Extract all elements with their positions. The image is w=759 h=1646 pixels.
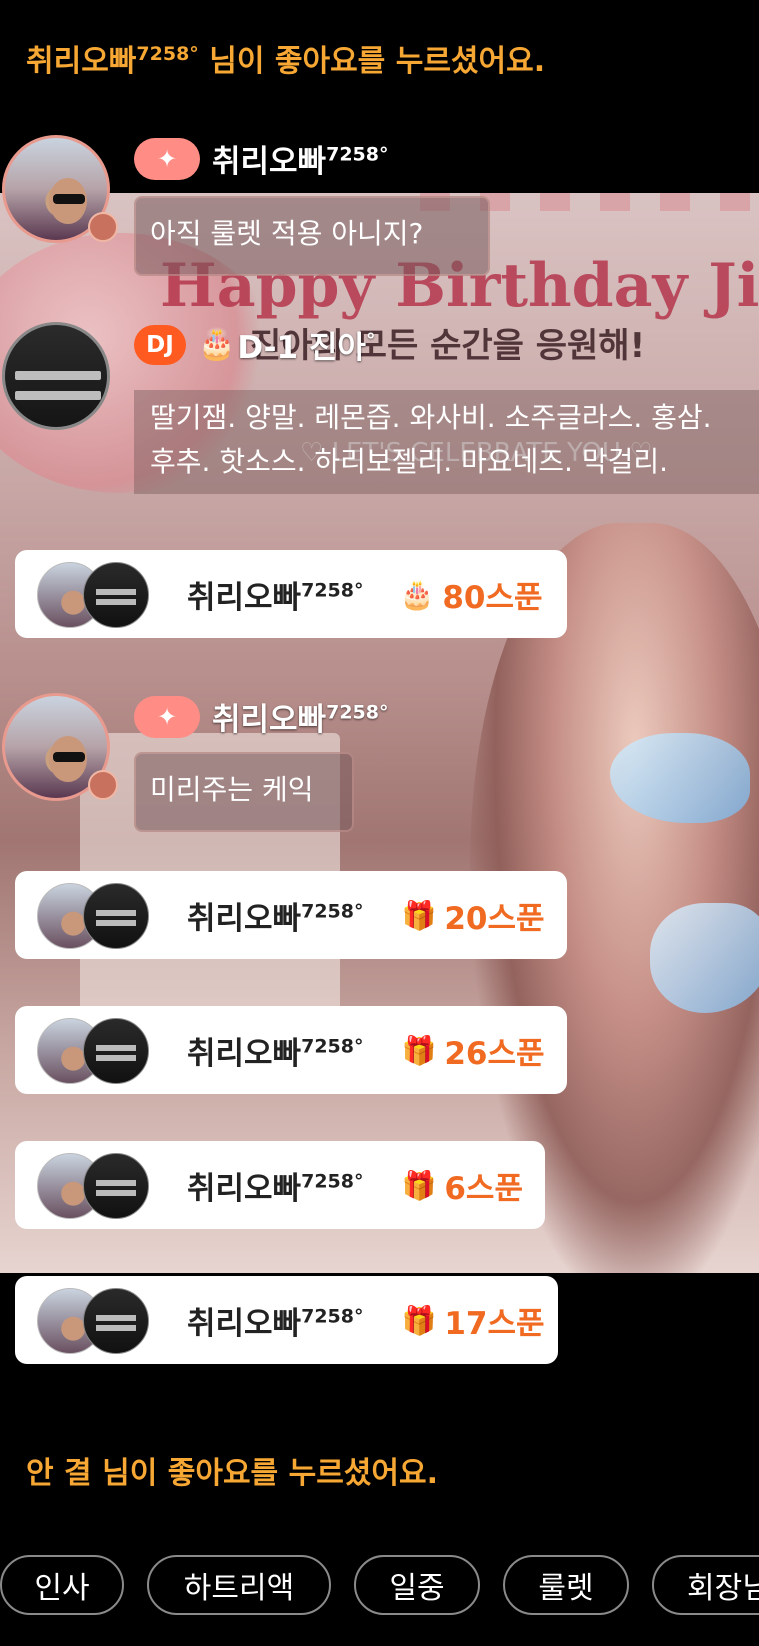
like-text: 님이 좋아요를 누르셨어요. [198, 44, 546, 79]
nick-sup: 7258° [326, 701, 389, 724]
chat-bubble: 아직 룰렛 적용 아니지? [134, 196, 490, 276]
gift-nick: 취리오빠 [187, 1170, 302, 1207]
gift-amount: 26스푼 [444, 1035, 545, 1072]
like-text: 님이 좋아요를 누르셨어요. [91, 1456, 438, 1491]
gift-nick-sup: 7258° [301, 579, 364, 602]
gift-notification: 취리오빠7258° 🎁 26스푼 [15, 1006, 567, 1094]
gift-nick: 취리오빠 [187, 900, 302, 937]
like-notification: 취리오빠7258° 님이 좋아요를 누르셨어요. [26, 36, 545, 80]
gift-sender-name: 취리오빠7258° [187, 1163, 363, 1208]
receiver-avatar [83, 883, 149, 949]
fan-sparkle-icon: ✦ [134, 137, 200, 180]
gift-notification: 취리오빠7258° 🎁 6스푼 [15, 1141, 545, 1229]
chat-nickname[interactable]: 취리오빠7258° [212, 694, 388, 739]
gift-avatars [15, 1141, 165, 1229]
like-notification: 안 결 님이 좋아요를 누르셨어요. [26, 1448, 438, 1492]
gift-sender-name: 취리오빠7258° [187, 893, 363, 938]
dj-nick-text: D-1 진아 [237, 330, 366, 366]
receiver-avatar [83, 562, 149, 628]
gift-amount: 17스푼 [444, 1305, 545, 1342]
gift-amount: 6스푼 [444, 1170, 523, 1207]
gift-avatars [15, 1276, 165, 1364]
gift-nick: 취리오빠 [187, 1305, 302, 1342]
avatar-ui-line [15, 391, 101, 400]
gift-avatars [15, 871, 165, 959]
dj-badge: DJ [134, 324, 186, 365]
avatar-glasses [53, 752, 85, 762]
dj-message-line-2: 후추. 핫소스. 하리보젤리. 마요네즈. 막걸리. [150, 445, 669, 478]
chip-iljung[interactable]: 일중 [354, 1555, 480, 1615]
chat-name-row: ✦ 취리오빠7258° [134, 694, 388, 739]
chat-bubble: 미리주는 케익 [134, 752, 354, 832]
like-user-name: 취리오빠 [26, 44, 137, 79]
gift-sender-name: 취리오빠7258° [187, 1298, 363, 1343]
fan-sparkle-icon: ✦ [134, 695, 200, 738]
chat-nickname[interactable]: 취리오빠7258° [212, 136, 388, 181]
cake-icon: 🎂 [198, 327, 236, 362]
gift-box-icon: 🎁 [401, 1168, 437, 1202]
gift-nick-sup: 7258° [301, 1305, 364, 1328]
cake-gift-icon: 🎂 [399, 577, 435, 611]
gift-nick-sup: 7258° [301, 1170, 364, 1193]
chip-greeting[interactable]: 인사 [0, 1555, 124, 1615]
dj-nickname[interactable]: D-1 진아° [237, 322, 375, 367]
gift-box-icon: 🎁 [401, 1033, 437, 1067]
dj-avatar[interactable] [2, 322, 110, 430]
chip-heart-react[interactable]: 하트리액 [147, 1555, 331, 1615]
nick-text: 취리오빠 [212, 702, 327, 738]
chat-name-row: ✦ 취리오빠7258° [134, 136, 388, 181]
gift-avatars [15, 1006, 165, 1094]
dj-message: 딸기잼. 양말. 레몬즙. 와사비. 소주글라스. 홍삼. 후추. 핫소스. 하… [134, 390, 759, 494]
receiver-avatar [83, 1153, 149, 1219]
nick-text: 취리오빠 [212, 144, 327, 180]
gift-sender-name: 취리오빠7258° [187, 1028, 363, 1073]
gift-box-icon: 🎁 [401, 1303, 437, 1337]
gift-sender-name: 취리오빠7258° [187, 572, 363, 617]
receiver-avatar [83, 1018, 149, 1084]
chip-roulette[interactable]: 룰렛 [503, 1555, 629, 1615]
gift-amount: 20스푼 [444, 900, 545, 937]
nick-sup: 7258° [326, 143, 389, 166]
heart-badge-icon [88, 770, 118, 800]
avatar-ui-line [15, 371, 101, 380]
receiver-avatar [83, 1288, 149, 1354]
gift-nick-sup: 7258° [301, 900, 364, 923]
dj-nick-sup: ° [365, 329, 376, 352]
gift-box-icon: 🎁 [401, 898, 437, 932]
gift-nick-sup: 7258° [301, 1035, 364, 1058]
gift-notification: 취리오빠7258° 🎁 20스푼 [15, 871, 567, 959]
angel-wing-decoration [650, 903, 759, 1013]
gift-avatars [15, 550, 165, 638]
chip-chairman[interactable]: 회장님 [652, 1555, 759, 1615]
like-user-name: 안 결 [26, 1456, 92, 1491]
heart-badge-icon [88, 212, 118, 242]
gift-notification: 취리오빠7258° 🎂 80스푼 [15, 550, 567, 638]
quick-chat-chips: 인사 하트리액 일중 룰렛 회장님 [0, 1555, 759, 1619]
like-user-sup: 7258° [136, 43, 199, 65]
gift-amount: 80스푼 [442, 579, 543, 616]
dj-name-row: DJ 🎂 D-1 진아° [134, 322, 375, 367]
gift-nick: 취리오빠 [187, 1035, 302, 1072]
gift-notification: 취리오빠7258° 🎁 17스푼 [15, 1276, 558, 1364]
dj-message-line-1: 딸기잼. 양말. 레몬즙. 와사비. 소주글라스. 홍삼. [150, 401, 712, 434]
gift-nick: 취리오빠 [187, 579, 302, 616]
avatar-glasses [53, 194, 85, 204]
